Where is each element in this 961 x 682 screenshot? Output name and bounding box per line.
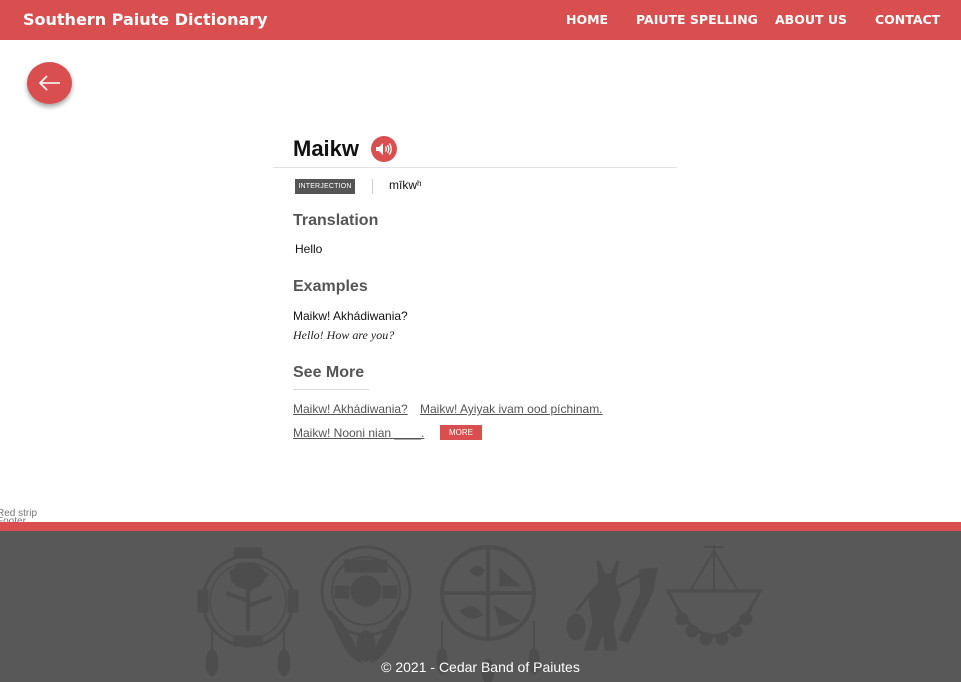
red-strip: [0, 522, 961, 531]
more-button[interactable]: MORE: [440, 425, 482, 440]
part-of-speech-badge: INTERJECTION: [295, 179, 355, 194]
basket-emblem: [665, 545, 763, 646]
navbar: Southern Paiute Dictionary HOME PAIUTE S…: [0, 0, 961, 40]
tree-dreamcatcher-emblem: [197, 547, 299, 677]
nav-home[interactable]: HOME: [566, 12, 608, 27]
site-brand[interactable]: Southern Paiute Dictionary: [23, 10, 268, 29]
back-button[interactable]: [27, 62, 72, 104]
footer: © 2021 - Cedar Band of Paiutes: [0, 531, 961, 682]
translation-text: Hello: [295, 242, 323, 256]
nav-contact[interactable]: CONTACT: [875, 12, 940, 27]
pronunciation: mīkwʰ: [389, 178, 422, 192]
title-divider: [273, 167, 677, 168]
arrow-left-icon: [38, 75, 60, 91]
copyright-text: © 2021 - Cedar Band of Paiutes: [381, 659, 580, 675]
see-more-link[interactable]: Maikw! Akhádiwania?: [293, 402, 408, 416]
see-more-underline: [293, 389, 369, 390]
meta-separator: [372, 179, 373, 194]
nav-paiute-spelling[interactable]: PAIUTE SPELLING: [636, 12, 758, 27]
example-paiute-sentence: Maikw! Akhádiwania?: [293, 309, 408, 323]
see-more-link[interactable]: Maikw! Nooni nian ____.: [293, 426, 424, 440]
translation-heading: Translation: [293, 212, 379, 229]
example-english-sentence: Hello! How are you?: [293, 328, 395, 342]
audio-play-button[interactable]: [371, 136, 397, 162]
entry-word: Maikw: [293, 136, 360, 161]
examples-heading: Examples: [293, 278, 368, 295]
see-more-link[interactable]: Maikw! Ayiyak ivam ood píchinam.: [420, 402, 603, 416]
nav-about-us[interactable]: ABOUT US: [775, 12, 847, 27]
shield-feathers-emblem: [320, 545, 412, 664]
dancer-figure-emblem: [566, 560, 658, 651]
see-more-heading: See More: [293, 364, 365, 381]
speaker-icon: [376, 143, 392, 155]
